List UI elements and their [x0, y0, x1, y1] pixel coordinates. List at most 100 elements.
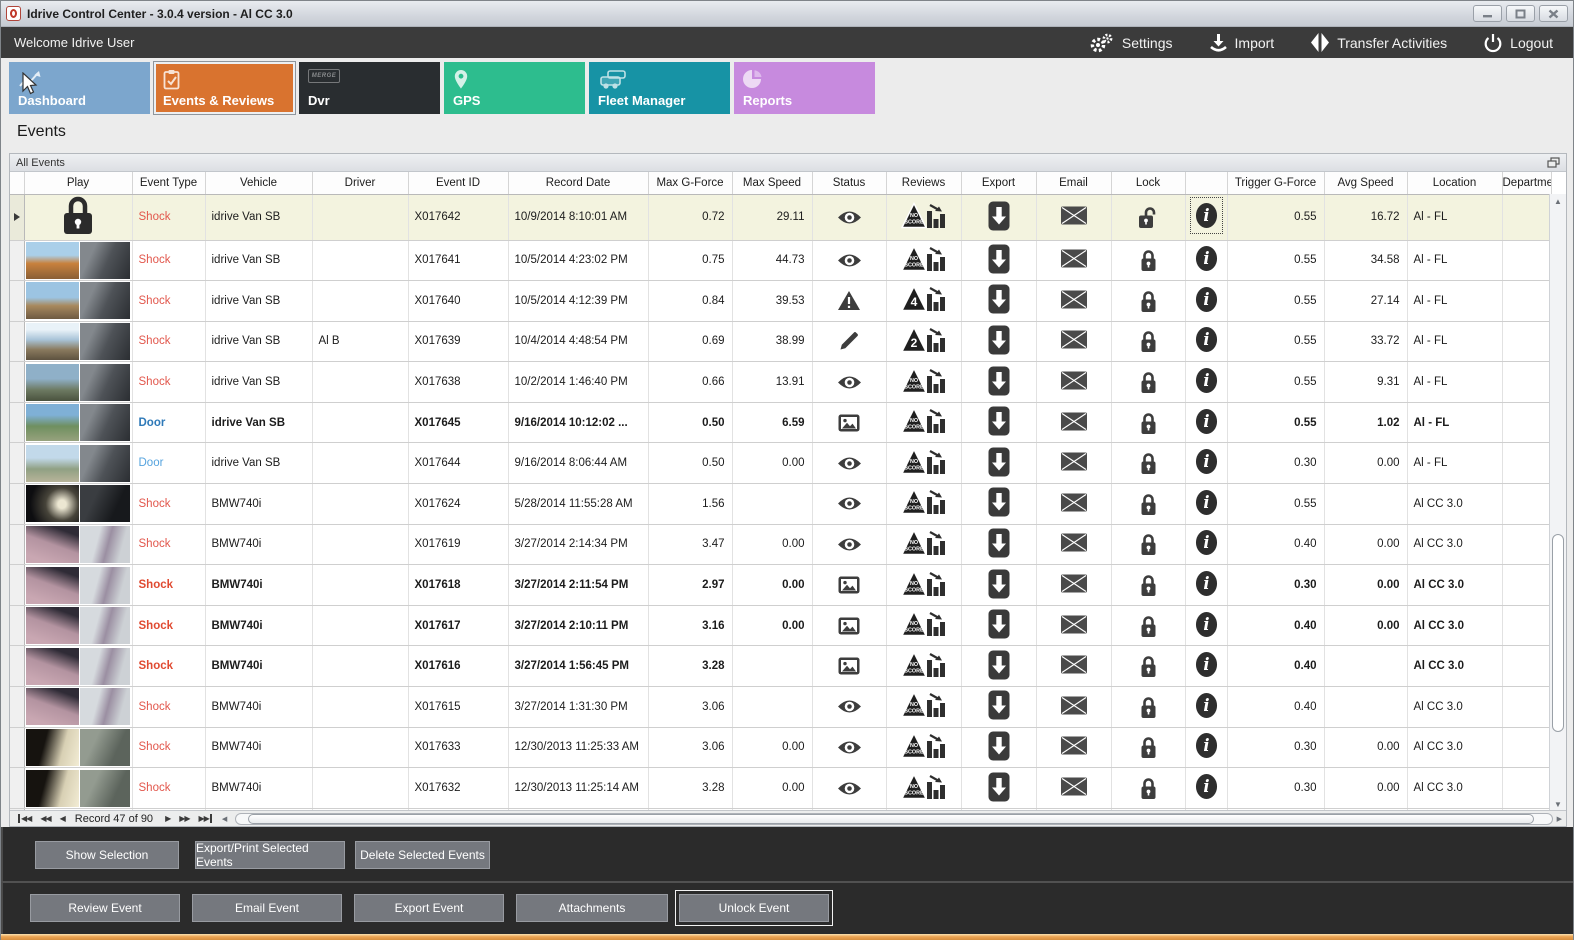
tile-reports[interactable]: Reports — [734, 62, 875, 114]
cascade-windows-icon[interactable] — [1547, 157, 1560, 168]
info-cell[interactable]: i — [1185, 645, 1228, 688]
table-row[interactable]: Shock BMW740i X017615 3/27/2014 1:31:30 … — [10, 686, 1552, 728]
export-cell[interactable] — [961, 194, 1037, 241]
close-button[interactable] — [1539, 5, 1568, 22]
table-row[interactable]: Door idrive Van SB X017644 9/16/2014 8:0… — [10, 442, 1552, 485]
table-row[interactable]: Shock BMW740i X017624 5/28/2014 11:55:28… — [10, 483, 1552, 525]
export-cell[interactable] — [961, 686, 1037, 728]
prev-record-button[interactable]: ◀ — [60, 814, 66, 823]
col-event-id[interactable]: Event ID — [408, 172, 509, 195]
event-thumbnail[interactable] — [26, 322, 130, 360]
event-thumbnail[interactable] — [26, 241, 130, 279]
table-row[interactable]: Shock BMW740i X017616 3/27/2014 1:56:45 … — [10, 645, 1552, 688]
lock-cell[interactable] — [1111, 645, 1186, 688]
info-cell[interactable]: i — [1185, 194, 1228, 241]
table-row[interactable]: Shock idrive Van SB X017640 10/5/2014 4:… — [10, 280, 1552, 322]
email-cell[interactable] — [1036, 767, 1112, 809]
email-cell[interactable] — [1036, 524, 1112, 566]
col-export[interactable]: Export — [961, 172, 1037, 195]
export-cell[interactable] — [961, 442, 1037, 485]
lock-cell[interactable] — [1111, 240, 1186, 282]
play-cell[interactable] — [24, 605, 133, 647]
col-event-type[interactable]: Event Type — [132, 172, 206, 195]
export-cell[interactable] — [961, 483, 1037, 525]
export-cell[interactable] — [961, 767, 1037, 809]
email-cell[interactable] — [1036, 321, 1112, 363]
play-cell[interactable] — [24, 321, 133, 363]
last-record-button[interactable]: ▶▶ — [199, 814, 212, 823]
attachments-button[interactable]: Attachments — [516, 894, 668, 922]
table-row[interactable]: Shock BMW740i X017617 3/27/2014 2:10:11 … — [10, 605, 1552, 647]
horizontal-scrollbar[interactable] — [235, 812, 1553, 825]
tile-gps[interactable]: GPS — [444, 62, 585, 114]
email-cell[interactable] — [1036, 442, 1112, 485]
tile-fleet-manager[interactable]: Fleet Manager — [589, 62, 730, 114]
lock-cell[interactable] — [1111, 767, 1186, 809]
lock-cell[interactable] — [1111, 727, 1186, 769]
table-row[interactable]: Shock idrive Van SB X017641 10/5/2014 4:… — [10, 240, 1552, 282]
table-row[interactable]: Shock idrive Van SB X017642 10/9/2014 8:… — [10, 194, 1552, 241]
vertical-scroll-thumb[interactable] — [1552, 533, 1564, 732]
lock-cell[interactable] — [1111, 361, 1186, 403]
event-thumbnail[interactable] — [26, 363, 130, 401]
export-cell[interactable] — [961, 727, 1037, 769]
first-record-button[interactable]: ◀◀ — [18, 814, 32, 823]
email-cell[interactable] — [1036, 194, 1112, 241]
col-vehicle[interactable]: Vehicle — [205, 172, 313, 195]
import-button[interactable]: Import — [1209, 33, 1274, 52]
email-cell[interactable] — [1036, 483, 1112, 525]
logout-button[interactable]: Logout — [1483, 33, 1553, 53]
lock-cell[interactable] — [1111, 483, 1186, 525]
col-email[interactable]: Email — [1036, 172, 1112, 195]
settings-button[interactable]: Settings — [1088, 32, 1173, 54]
lock-cell[interactable] — [1111, 686, 1186, 728]
table-row[interactable]: Shock BMW740i X017632 12/30/2013 11:25:1… — [10, 767, 1552, 809]
event-thumbnail[interactable] — [26, 282, 130, 320]
reviews-cell[interactable]: NOSCORE — [886, 564, 962, 606]
export-cell[interactable] — [961, 402, 1037, 444]
lock-cell[interactable] — [1111, 280, 1186, 322]
col-info[interactable] — [1185, 172, 1228, 195]
info-cell[interactable]: i — [1185, 564, 1228, 606]
info-cell[interactable]: i — [1185, 321, 1228, 363]
info-cell[interactable]: i — [1185, 686, 1228, 728]
email-cell[interactable] — [1036, 727, 1112, 769]
table-row[interactable]: Door idrive Van SB X017645 9/16/2014 10:… — [10, 402, 1552, 444]
event-thumbnail[interactable] — [26, 566, 130, 604]
col-driver[interactable]: Driver — [312, 172, 409, 195]
info-cell[interactable]: i — [1185, 605, 1228, 647]
play-cell[interactable] — [24, 524, 133, 566]
email-cell[interactable] — [1036, 240, 1112, 282]
show-selection-button[interactable]: Show Selection — [35, 841, 179, 869]
play-cell[interactable] — [24, 361, 133, 403]
play-cell[interactable] — [24, 442, 133, 485]
reviews-cell[interactable]: NOSCORE — [886, 767, 962, 809]
event-thumbnail[interactable] — [26, 688, 130, 726]
vertical-scrollbar[interactable]: ▲ ▼ — [1549, 194, 1566, 812]
export-cell[interactable] — [961, 645, 1037, 688]
email-cell[interactable] — [1036, 605, 1112, 647]
col-avg-speed[interactable]: Avg Speed — [1324, 172, 1408, 195]
col-lock[interactable]: Lock — [1111, 172, 1186, 195]
play-cell[interactable] — [24, 483, 133, 525]
transfer-activities-button[interactable]: Transfer Activities — [1310, 32, 1447, 53]
next-page-button[interactable]: ▶▶ — [179, 814, 190, 823]
info-cell[interactable]: i — [1185, 442, 1228, 485]
table-row[interactable]: Shock idrive Van SB X017638 10/2/2014 1:… — [10, 361, 1552, 403]
scroll-up-icon[interactable]: ▲ — [1550, 197, 1566, 206]
play-cell[interactable] — [24, 564, 133, 606]
lock-cell[interactable] — [1111, 564, 1186, 606]
scroll-down-icon[interactable]: ▼ — [1550, 800, 1566, 809]
play-cell[interactable] — [24, 686, 133, 728]
reviews-cell[interactable]: NOSCORE — [886, 645, 962, 688]
play-cell[interactable] — [24, 727, 133, 769]
play-cell[interactable] — [24, 240, 133, 282]
col-max-speed[interactable]: Max Speed — [732, 172, 813, 195]
reviews-cell[interactable]: NOSCORE — [886, 402, 962, 444]
reviews-cell[interactable]: NOSCORE — [886, 524, 962, 566]
col-record-date[interactable]: Record Date — [508, 172, 649, 195]
reviews-cell[interactable]: NOSCORE — [886, 605, 962, 647]
email-cell[interactable] — [1036, 361, 1112, 403]
info-cell[interactable]: i — [1185, 402, 1228, 444]
export-cell[interactable] — [961, 280, 1037, 322]
